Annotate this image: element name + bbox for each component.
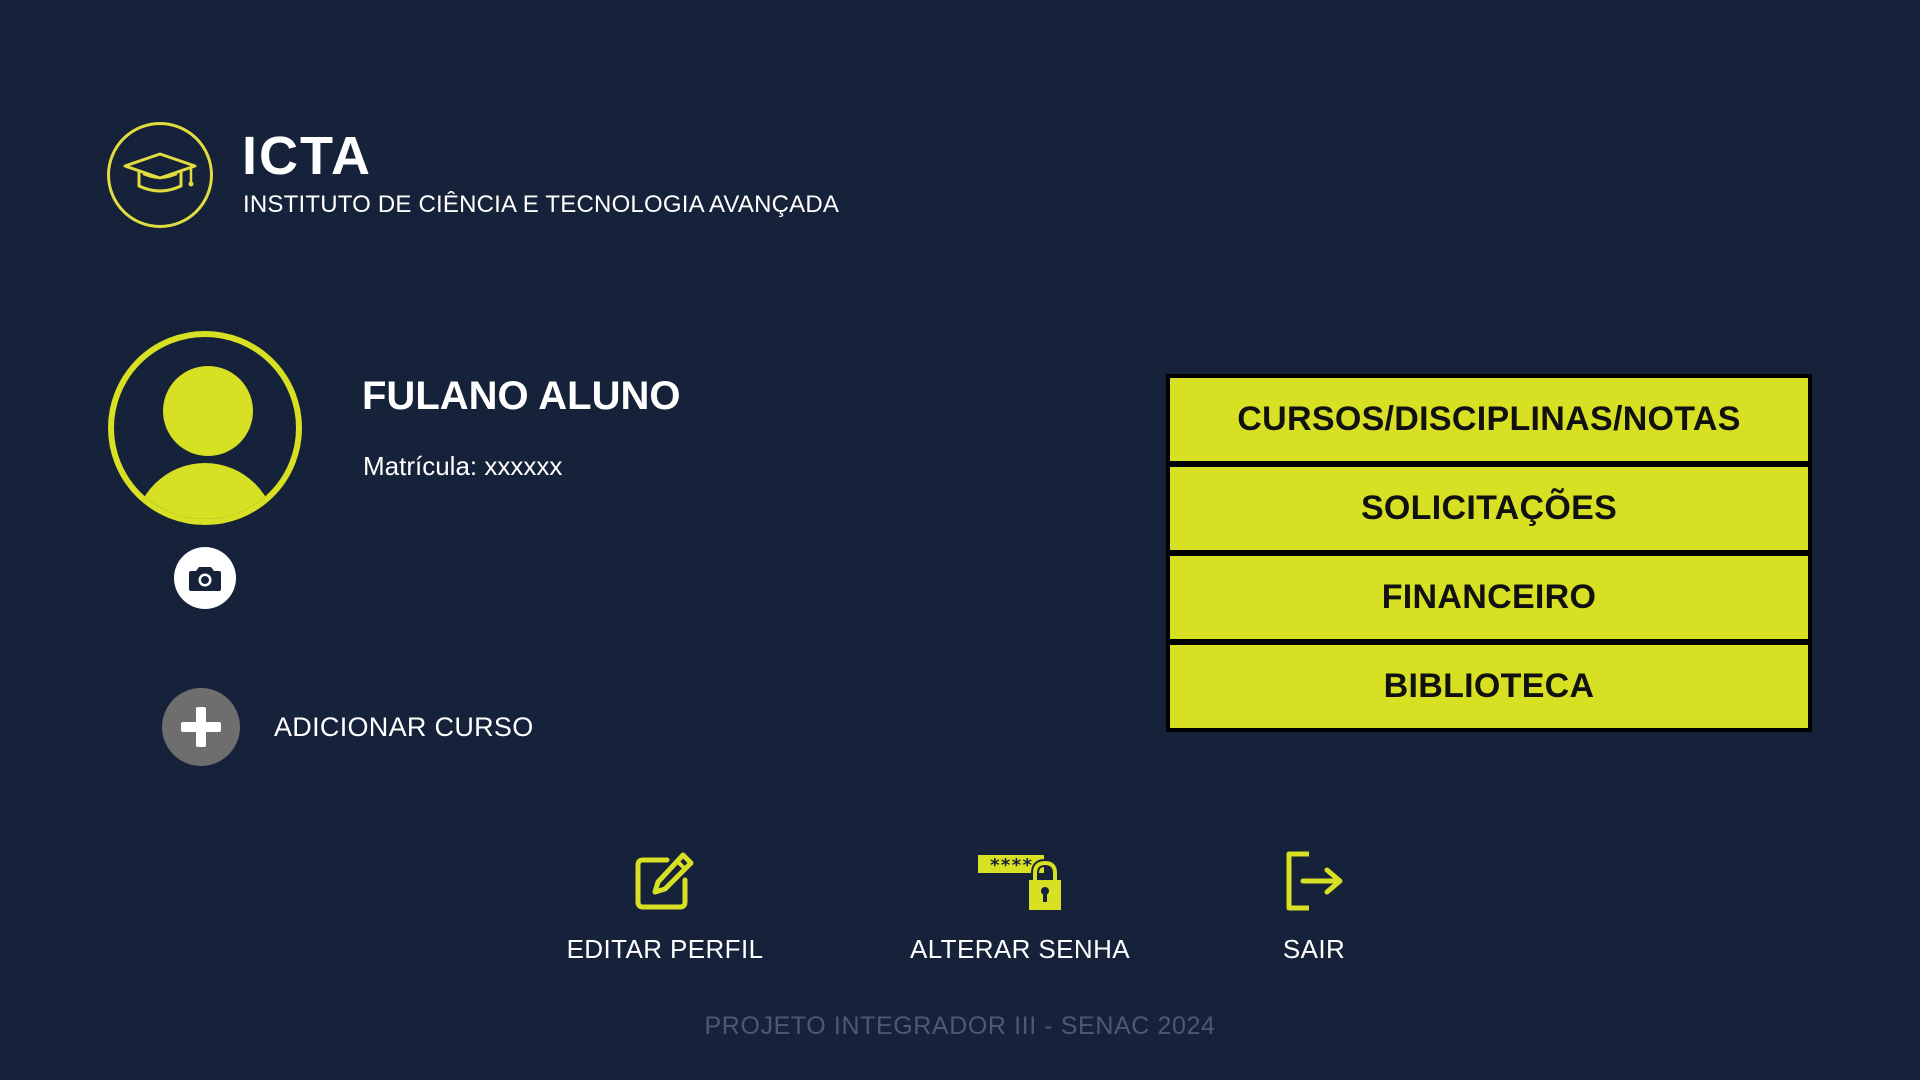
footer-text: PROJETO INTEGRADOR III - SENAC 2024 [704, 1012, 1216, 1040]
graduation-cap-icon [107, 122, 213, 228]
logout-icon [1283, 848, 1345, 914]
avatar-head [163, 366, 253, 456]
edit-profile-button[interactable]: EDITAR PERFIL [567, 848, 763, 965]
menu-item-courses[interactable]: CURSOS/DISCIPLINAS/NOTAS [1170, 378, 1808, 461]
brand-title: ICTA [242, 126, 372, 186]
logout-label: SAIR [1282, 934, 1346, 964]
change-photo-button[interactable] [174, 547, 236, 609]
menu-item-financial[interactable]: FINANCEIRO [1170, 556, 1808, 639]
edit-profile-label: EDITAR PERFIL [566, 934, 764, 964]
password-lock-icon: **** [977, 848, 1063, 914]
avatar-body [134, 463, 276, 519]
svg-text:****: **** [989, 855, 1032, 876]
menu-item-library[interactable]: BIBLIOTECA [1170, 645, 1808, 728]
camera-icon [189, 567, 221, 591]
change-password-button[interactable]: **** ALTERAR SENHA [910, 848, 1130, 965]
logout-button[interactable]: SAIR [1254, 848, 1374, 965]
edit-icon [633, 848, 697, 914]
plus-icon [162, 688, 240, 766]
main-menu: CURSOS/DISCIPLINAS/NOTAS SOLICITAÇÕES FI… [1166, 374, 1812, 732]
brand-subtitle: INSTITUTO DE CIÊNCIA E TECNOLOGIA AVANÇA… [243, 191, 840, 218]
user-avatar-icon [108, 331, 302, 525]
add-course-button[interactable]: ADICIONAR CURSO [162, 688, 534, 766]
student-name: FULANO ALUNO [362, 374, 681, 418]
student-enrollment: Matrícula: xxxxxx [363, 451, 563, 481]
add-course-label: ADICIONAR CURSO [274, 711, 534, 742]
student-dashboard: ICTA INSTITUTO DE CIÊNCIA E TECNOLOGIA A… [0, 0, 1920, 1080]
menu-item-requests[interactable]: SOLICITAÇÕES [1170, 467, 1808, 550]
change-password-label: ALTERAR SENHA [910, 934, 1130, 964]
